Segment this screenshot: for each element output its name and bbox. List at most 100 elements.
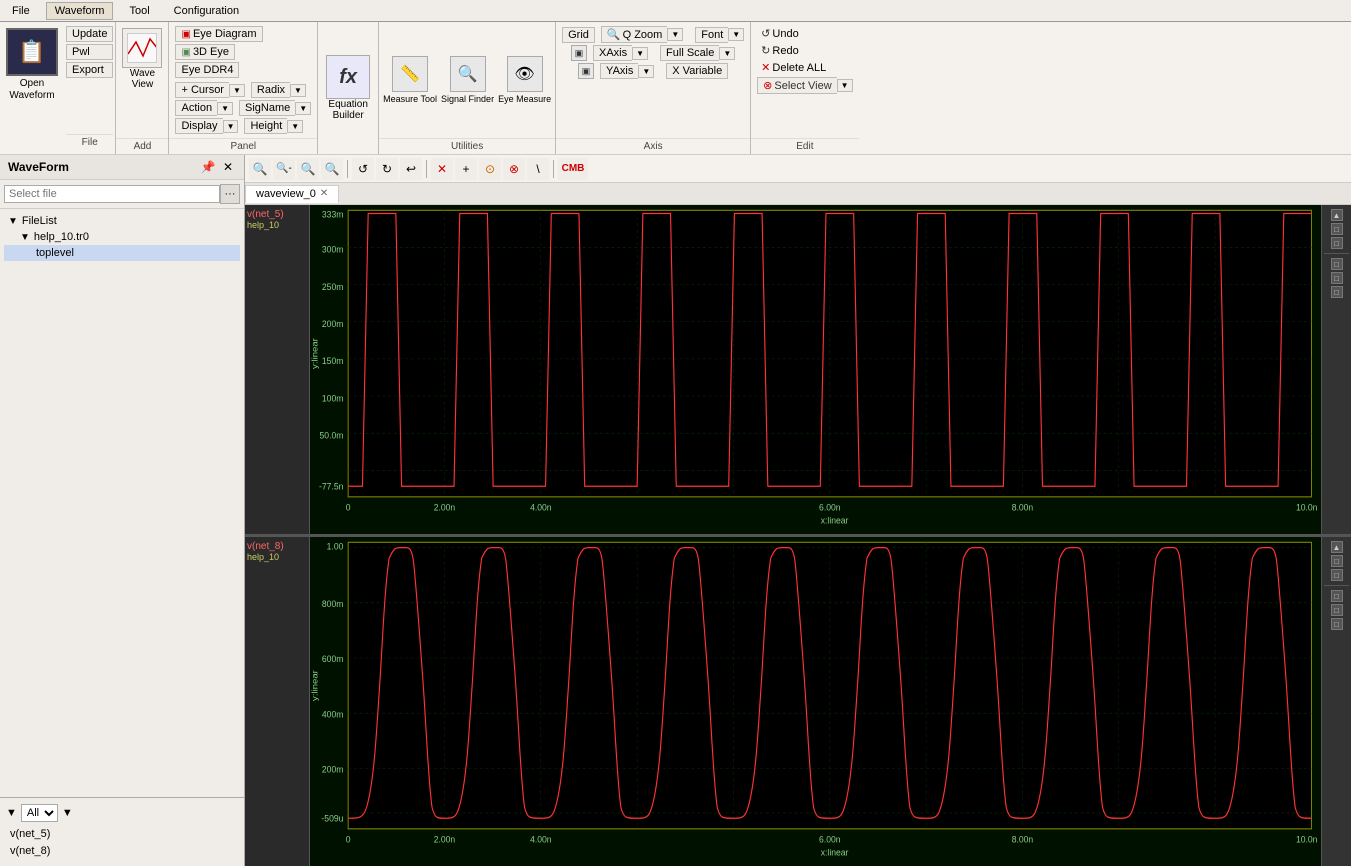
redo-icon-btn[interactable]: ↻ bbox=[376, 158, 398, 180]
wave-ctrl-separator bbox=[1324, 253, 1349, 254]
svg-text:250m: 250m bbox=[322, 281, 343, 292]
menu-item-waveform[interactable]: Waveform bbox=[46, 2, 114, 20]
cursor-button[interactable]: + Cursor ▼ bbox=[175, 82, 244, 98]
add-icon-btn[interactable]: + bbox=[455, 158, 477, 180]
arrow-down-icon: ▼ bbox=[8, 216, 18, 227]
tree-item-toplevel[interactable]: toplevel bbox=[4, 245, 240, 261]
full-scale-button[interactable]: Full Scale ▼ bbox=[660, 45, 735, 61]
menu-bar: File Waveform Tool Configuration bbox=[0, 0, 1351, 22]
sidebar-close-icon[interactable]: ✕ bbox=[220, 159, 236, 175]
open-waveform-button[interactable]: 📋 Open Waveform bbox=[6, 28, 58, 102]
sidebar-header: WaveForm 📌 ✕ bbox=[0, 155, 244, 180]
signal-item-vnet5[interactable]: v(net_5) bbox=[6, 826, 238, 843]
height-button[interactable]: Height ▼ bbox=[244, 118, 303, 134]
yaxis-button[interactable]: YAxis ▼ bbox=[600, 63, 654, 79]
line-icon-btn[interactable]: \ bbox=[527, 158, 549, 180]
eye-diagram-button[interactable]: ▣ Eye Diagram bbox=[175, 26, 262, 42]
svg-text:300m: 300m bbox=[322, 244, 343, 255]
wave-canvas-2[interactable]: 1.00 800m 600m 400m 200m -509u 0 2.00n 4… bbox=[310, 537, 1321, 866]
wave-ctrl-btn-2b[interactable]: □ bbox=[1331, 555, 1343, 567]
svg-text:2.00n: 2.00n bbox=[434, 834, 455, 845]
tab-waveview0[interactable]: waveview_0 ✕ bbox=[245, 185, 339, 203]
tab-label: waveview_0 bbox=[256, 188, 316, 200]
undo2-icon-btn[interactable]: ↩ bbox=[400, 158, 422, 180]
separator1 bbox=[347, 160, 348, 178]
zoom-sel-btn[interactable]: 🔍 bbox=[321, 158, 343, 180]
search-input[interactable] bbox=[4, 185, 220, 203]
panel-section: ▣ Eye Diagram ▣ 3D Eye Eye DDR4 + Cursor… bbox=[169, 22, 318, 154]
zoom-button[interactable]: 🔍 Q Zoom ▼ bbox=[601, 26, 683, 43]
tree-item-filelist[interactable]: ▼ FileList bbox=[4, 213, 240, 229]
arrow-down-small-icon: ▼ bbox=[6, 807, 17, 819]
svg-text:-77.5n: -77.5n bbox=[319, 481, 343, 492]
signal-finder-button[interactable]: 🔍 Signal Finder bbox=[441, 56, 494, 105]
signal-item-vnet8[interactable]: v(net_8) bbox=[6, 843, 238, 860]
update-button[interactable]: Update bbox=[66, 26, 113, 42]
display-button[interactable]: Display ▼ bbox=[175, 118, 238, 134]
zoom-in-btn[interactable]: 🔍 bbox=[249, 158, 271, 180]
zoom-out-btn[interactable]: 🔍- bbox=[273, 158, 295, 180]
svg-text:4.00n: 4.00n bbox=[530, 502, 551, 513]
svg-text:333m: 333m bbox=[322, 209, 343, 220]
menu-item-configuration[interactable]: Configuration bbox=[166, 3, 247, 19]
action-button[interactable]: Action ▼ bbox=[175, 100, 233, 116]
undo-icon-btn[interactable]: ↺ bbox=[352, 158, 374, 180]
tab-close-icon[interactable]: ✕ bbox=[320, 188, 328, 199]
wave-ctrl-btn-2e[interactable]: □ bbox=[1331, 604, 1343, 616]
xaxis-button[interactable]: XAxis ▼ bbox=[593, 45, 648, 61]
redo-button[interactable]: ↻ Redo bbox=[757, 43, 803, 58]
wave-ctrl-btn-2a[interactable]: ▲ bbox=[1331, 541, 1343, 553]
wave-ctrl-btn-2c[interactable]: □ bbox=[1331, 569, 1343, 581]
sidebar-pin-icon[interactable]: 📌 bbox=[200, 159, 216, 175]
pwl-button[interactable]: Pwl bbox=[66, 44, 113, 60]
eye-measure-button[interactable]: 👁 Eye Measure bbox=[498, 56, 551, 105]
svg-text:2.00n: 2.00n bbox=[434, 502, 455, 513]
edit-section: ↺ Undo ↻ Redo ✕ Delete ALL ⊗ Select View… bbox=[751, 22, 858, 154]
export-button[interactable]: Export bbox=[66, 62, 113, 78]
wave-ctrl-btn-1a[interactable]: ▲ bbox=[1331, 209, 1343, 221]
font-button[interactable]: Font ▼ bbox=[695, 27, 744, 43]
wave-ctrl-btn-1d[interactable]: □ bbox=[1331, 258, 1343, 270]
undo-button[interactable]: ↺ Undo bbox=[757, 26, 803, 41]
tree-item-help10[interactable]: ▼ help_10.tr0 bbox=[4, 229, 240, 245]
svg-text:1.00: 1.00 bbox=[327, 541, 344, 552]
search-button[interactable]: ··· bbox=[220, 184, 240, 204]
eye-ddr4-button[interactable]: Eye DDR4 bbox=[175, 62, 239, 78]
delete-icon-btn[interactable]: ✕ bbox=[431, 158, 453, 180]
wave-canvas-1[interactable]: 333m 300m 250m 200m 150m 100m 50.0m -77.… bbox=[310, 205, 1321, 534]
three-d-eye-button[interactable]: ▣ 3D Eye bbox=[175, 44, 235, 60]
wave-ctrl-btn-1f[interactable]: □ bbox=[1331, 286, 1343, 298]
grid-button[interactable]: Grid bbox=[562, 27, 595, 43]
circle-icon-btn[interactable]: ⊙ bbox=[479, 158, 501, 180]
equation-builder-button[interactable]: fx Equation Builder bbox=[326, 55, 370, 121]
signame-button[interactable]: SigName ▼ bbox=[239, 100, 311, 116]
svg-text:8.00n: 8.00n bbox=[1012, 502, 1033, 513]
measure-tool-button[interactable]: 📏 Measure Tool bbox=[383, 56, 437, 105]
axis-section: Grid 🔍 Q Zoom ▼ Font ▼ ▣ XAxis ▼ bbox=[556, 22, 751, 154]
wave-ctrl-btn-2f[interactable]: □ bbox=[1331, 618, 1343, 630]
arrow-down-icon-2: ▼ bbox=[20, 232, 30, 243]
open-waveform-label: Open Waveform bbox=[9, 78, 54, 101]
cmb-btn[interactable]: CMB bbox=[558, 158, 588, 180]
wave-ctrl-btn-2d[interactable]: □ bbox=[1331, 590, 1343, 602]
wave-ctrl-btn-1b[interactable]: □ bbox=[1331, 223, 1343, 235]
signal-filter-select[interactable]: All bbox=[21, 804, 58, 822]
wave-signal-name-2: v(net_8) bbox=[247, 541, 284, 552]
wave-controls-1: ▲ □ □ □ □ □ bbox=[1321, 205, 1351, 534]
wave-ctrl-btn-1e[interactable]: □ bbox=[1331, 272, 1343, 284]
delete-all-button[interactable]: ✕ Delete ALL bbox=[757, 60, 830, 75]
menu-item-file[interactable]: File bbox=[4, 3, 38, 19]
cross-circle-icon-btn[interactable]: ⊗ bbox=[503, 158, 525, 180]
zoom-fit-btn[interactable]: 🔍 bbox=[297, 158, 319, 180]
radix-button[interactable]: Radix ▼ bbox=[251, 82, 306, 98]
select-view-button[interactable]: ⊗ Select View ▼ bbox=[757, 77, 852, 94]
svg-text:800m: 800m bbox=[322, 599, 343, 610]
x-variable-button[interactable]: X Variable bbox=[666, 63, 728, 79]
content-area: 🔍 🔍- 🔍 🔍 ↺ ↻ ↩ ✕ + ⊙ ⊗ \ CMB waveview_0 … bbox=[245, 155, 1351, 866]
wave-view-button[interactable]: Wave View bbox=[122, 28, 162, 90]
svg-text:y:linear: y:linear bbox=[310, 338, 319, 369]
svg-text:-509u: -509u bbox=[321, 813, 343, 824]
menu-item-tool[interactable]: Tool bbox=[121, 3, 157, 19]
wave-ctrl-btn-1c[interactable]: □ bbox=[1331, 237, 1343, 249]
svg-text:10.0n: 10.0n bbox=[1296, 502, 1317, 513]
